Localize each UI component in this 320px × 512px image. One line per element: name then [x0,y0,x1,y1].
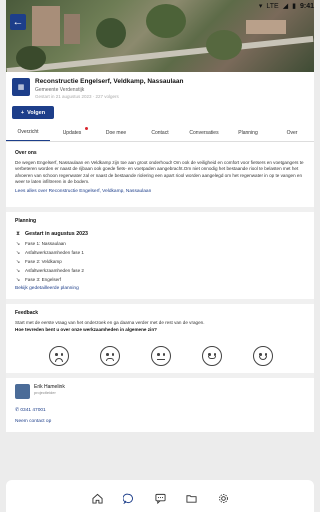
folder-icon[interactable] [185,491,199,505]
tab-overzicht[interactable]: Overzicht [6,124,50,141]
tab-doe-mee[interactable]: Doe mee [94,124,138,141]
very-happy-face-icon[interactable] [253,346,273,366]
signal-icon: ◢ [282,3,289,10]
follow-button[interactable]: + Volgen [12,106,54,119]
tab-bar: Overzicht Updates Doe mee Contact Conver… [6,124,314,142]
planning-item-label: Fase 1: Nassaulaan [25,241,66,246]
bottom-nav-icons [90,488,230,508]
arrow-down-right-icon: ↘ [15,249,21,256]
planning-item-label: Fase 2: Veldkamp [25,259,62,264]
contact-role: projectleider [34,390,56,395]
planning-item: ↘ Asfaltwerkzaamheden fase 2 [15,266,305,275]
tab-updates[interactable]: Updates [50,124,94,141]
wifi-icon: ▾ [258,3,263,10]
arrow-left-icon: ← [12,16,24,28]
planning-current: ⧗ Gestart in augustus 2023 [15,228,305,239]
planning-item-label: Asfaltwerkzaamheden fase 1 [25,250,84,255]
project-meta: Gestart in 21 augustus 2023 · 227 volger… [35,94,119,99]
planning-item: ↘ Asfaltwerkzaamheden fase 1 [15,248,305,257]
follow-label: Volgen [27,109,46,116]
happy-face-icon[interactable] [202,346,222,366]
read-more-link[interactable]: Lees alles over Reconstructie Engelserf,… [15,189,305,194]
tab-label: Conversaties [189,129,219,136]
battery-icon: ▮ [292,3,296,10]
phone-icon: ✆ [15,408,20,413]
unhappy-face-icon[interactable] [100,346,120,366]
contact-section: Erik Hamelink projectleider ✆ 0341 47001… [6,378,314,432]
rating-faces [15,332,305,366]
tab-contact[interactable]: Contact [138,124,182,141]
gear-icon[interactable] [216,491,230,505]
tab-over[interactable]: Over [270,124,314,141]
tab-label: Overzicht [17,129,39,135]
arrow-down-right-icon: ↘ [15,240,21,247]
home-icon[interactable] [90,491,104,505]
very-unhappy-face-icon[interactable] [49,346,69,366]
planning-item: ↘ Fase 3: Engelserf [15,275,305,284]
over-ons-section: Over ons De wegen Engelserf, Nassaulaan … [6,144,314,212]
status-bar: ▾ LTE ◢ ▮ 9:41 [0,0,320,12]
contact-link[interactable]: Neem contact op [15,419,305,424]
planning-section: Planning ⧗ Gestart in augustus 2023 ↘ Fas… [6,212,314,304]
feedback-section: Feedback Start met de eerste vraag van h… [6,304,314,378]
section-title: Feedback [15,310,39,316]
clock: 9:41 [299,2,314,10]
tab-conversaties[interactable]: Conversaties [182,124,226,141]
section-title: Planning [15,218,37,224]
section-title: Over ons [15,150,37,156]
planning-item-label: Fase 3: Engelserf [25,277,62,282]
planning-link[interactable]: Bekijk gedetailleerde planning [15,286,305,291]
arrow-down-right-icon: ↘ [15,267,21,274]
tab-label: Doe mee [105,129,127,136]
back-button[interactable]: ← [10,14,26,30]
plus-icon: + [20,109,25,116]
planning-item: ↘ Fase 2: Veldkamp [15,257,305,266]
tab-label: Updates [62,129,82,136]
over-ons-body: De wegen Engelserf, Nassaulaan en Veldka… [15,160,304,184]
phone-link[interactable]: ✆ 0341 47001 [15,408,305,413]
planning-item-label: Asfaltwerkzaamheden fase 2 [25,268,84,273]
neutral-face-icon[interactable] [151,346,171,366]
avatar [15,384,30,399]
project-header: ▦ Reconstructie Engelserf, Veldkamp, Nas… [6,72,314,126]
network-label: LTE [266,2,279,10]
arrow-down-right-icon: ↘ [15,276,21,283]
phone-number: 0341 47001 [20,408,46,413]
notification-dot [85,127,88,130]
arrow-down-right-icon: ↘ [15,258,21,265]
chat-icon[interactable] [122,491,136,505]
contact-person: Erik Hamelink projectleider [15,384,305,399]
conversations-icon[interactable] [153,491,167,505]
project-title: Reconstructie Engelserf, Veldkamp, Nassa… [35,78,184,85]
feedback-intro: Start met de eerste vraag van het onderz… [15,320,205,325]
planning-item: ↘ Fase 1: Nassaulaan [15,239,305,248]
hourglass-icon: ⧗ [16,230,20,237]
tab-label: Planning [238,129,258,136]
planning-current-label: Gestart in augustus 2023 [25,230,88,237]
tab-label: Over [286,129,298,136]
tab-label: Contact [151,129,169,136]
project-page: ← ▦ Reconstructie Engelserf, Veldkamp, N… [6,0,314,432]
tab-planning[interactable]: Planning [226,124,270,141]
organization-logo: ▦ [12,78,30,96]
organization-name[interactable]: Gemeente Verdenstijk [35,87,84,93]
